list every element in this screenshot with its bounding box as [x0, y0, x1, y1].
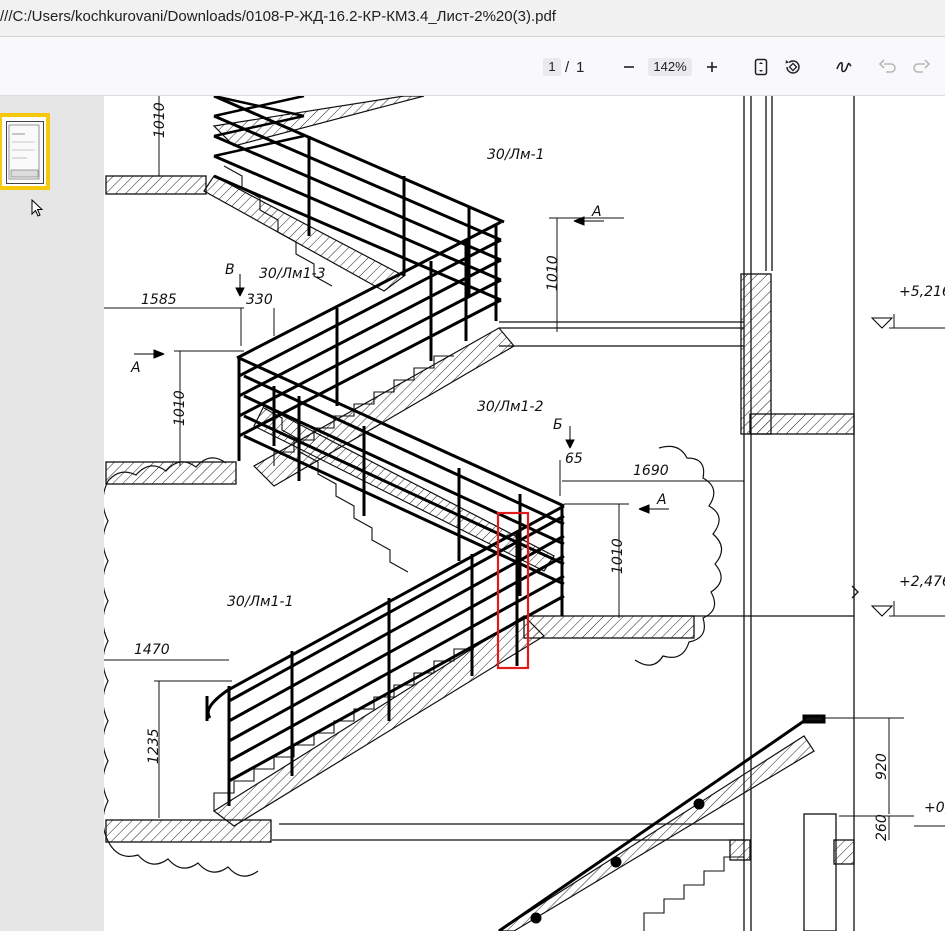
page-thumbnail-1[interactable]	[0, 113, 50, 190]
section-mark-a-mid: A	[656, 492, 667, 508]
revision-cloud	[104, 445, 723, 877]
level-0: +0,	[924, 800, 945, 816]
redo-icon[interactable]	[909, 55, 933, 79]
dim-1010-right: 1010	[545, 255, 561, 291]
wall-structure	[105, 96, 859, 931]
mouse-pointer-icon	[31, 198, 45, 224]
pdf-page-viewport[interactable]: 1010 30/Лм-1 A 1010 B 30/Лм1-3 1585 330 …	[104, 96, 945, 931]
dim-1010-left: 1010	[172, 390, 188, 426]
undo-icon[interactable]	[876, 55, 900, 79]
pdf-toolbar: 1 / 1 142%	[0, 37, 945, 96]
dim-1470: 1470	[134, 642, 170, 658]
zoom-out-icon[interactable]	[617, 55, 641, 79]
level-5216: +5,216	[899, 284, 945, 300]
thumbnail-preview	[6, 121, 44, 184]
draw-icon[interactable]	[832, 55, 856, 79]
zoom-in-icon[interactable]	[700, 55, 724, 79]
dim-1585: 1585	[141, 292, 177, 308]
section-mark-a-left: A	[130, 360, 141, 376]
dim-1010-mid: 1010	[610, 538, 626, 574]
label-lm1-3: 30/Лм1-3	[259, 266, 326, 282]
dim-1010-top: 1010	[152, 102, 168, 138]
page-separator: /	[565, 59, 570, 76]
address-bar[interactable]: ///C:/Users/kochkurovani/Downloads/0108-…	[0, 0, 945, 37]
page-total: 1	[576, 59, 585, 76]
dim-920: 920	[874, 753, 890, 780]
dim-260: 260	[874, 814, 890, 841]
rotate-icon[interactable]	[781, 55, 805, 79]
dim-1235: 1235	[146, 728, 162, 764]
dim-1690: 1690	[633, 463, 669, 479]
fit-page-icon[interactable]	[749, 55, 773, 79]
section-mark-b: B	[225, 262, 235, 278]
section-mark-b6: Б	[553, 417, 563, 433]
label-lm1-2: 30/Лм1-2	[477, 399, 544, 415]
label-lm1-1: 30/Лм1-1	[227, 594, 294, 610]
stair-drawing: 1010 30/Лм-1 A 1010 B 30/Лм1-3 1585 330 …	[104, 96, 945, 931]
dim-330: 330	[246, 292, 273, 308]
zoom-level[interactable]: 142%	[648, 58, 692, 76]
page-number-input[interactable]: 1	[543, 58, 561, 76]
thumbnail-sidebar	[0, 96, 104, 931]
label-lm1-top: 30/Лм-1	[487, 147, 545, 163]
address-url[interactable]: ///C:/Users/kochkurovani/Downloads/0108-…	[0, 8, 556, 25]
dim-65: 65	[565, 451, 583, 467]
level-2476: +2,476	[899, 574, 945, 590]
section-mark-a-top: A	[591, 204, 602, 220]
